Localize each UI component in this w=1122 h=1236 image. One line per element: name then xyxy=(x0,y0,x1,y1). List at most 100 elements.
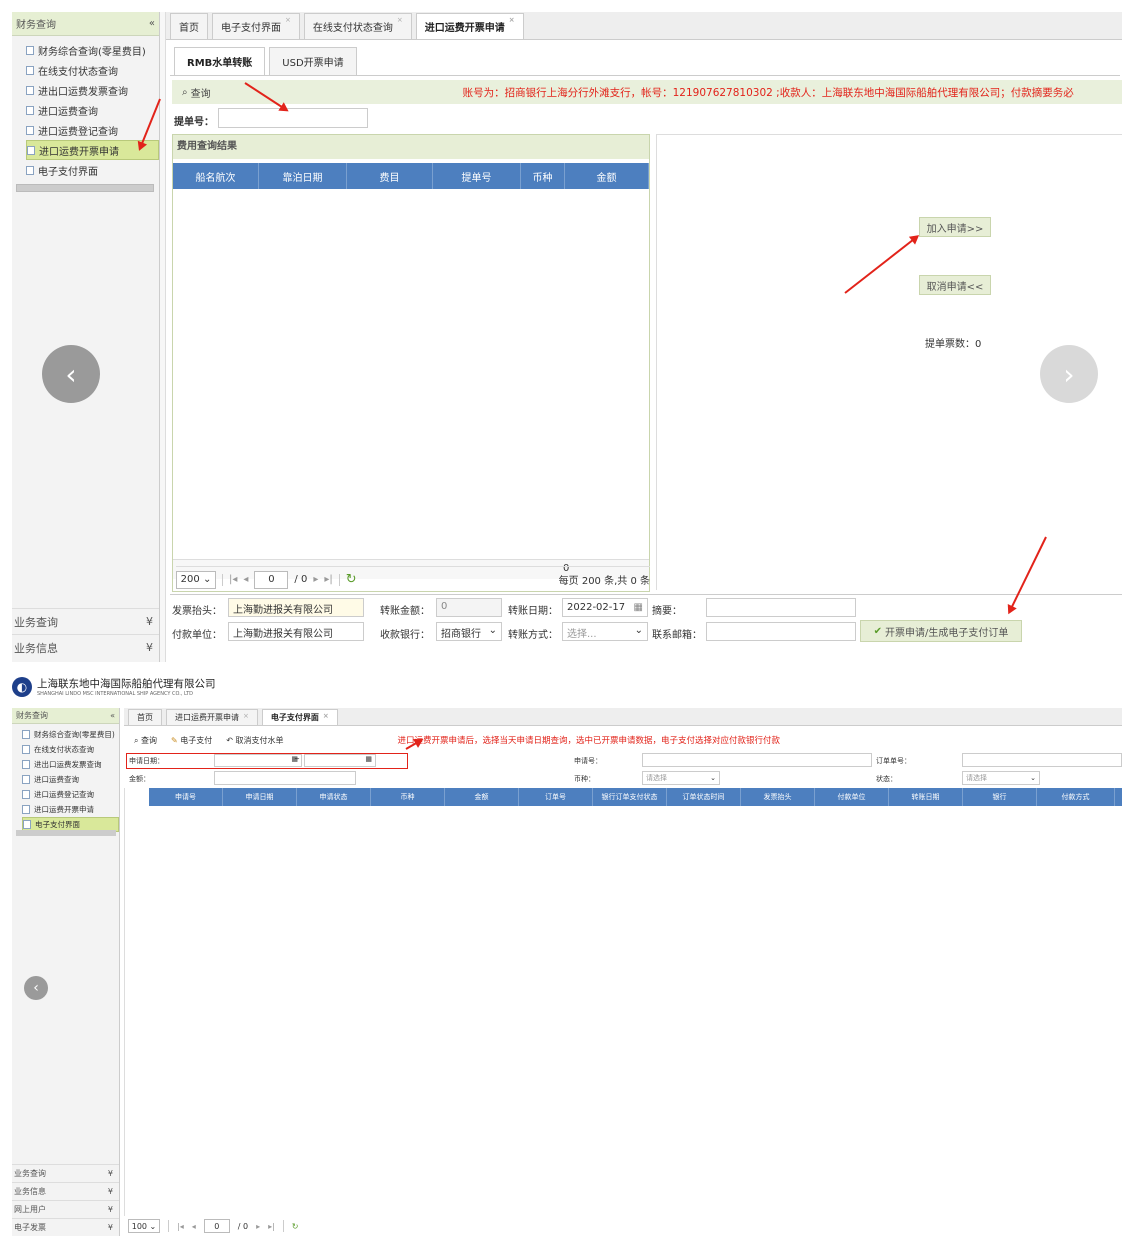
sidebar-section[interactable]: 电子发票 ¥ xyxy=(12,1218,119,1236)
collapse-icon[interactable]: « xyxy=(149,18,155,29)
order-no-input[interactable] xyxy=(962,753,1122,767)
column-header[interactable]: 转账日期 xyxy=(889,788,963,806)
expand-icon[interactable]: ¥ xyxy=(146,641,153,654)
sidebar-item[interactable]: 财务综合查询(零星费目) xyxy=(22,727,119,742)
prev-page-icon[interactable]: ◂ xyxy=(243,574,248,585)
close-icon[interactable]: × xyxy=(285,16,291,24)
prev-slide-button[interactable]: ‹ xyxy=(24,976,48,1000)
payer-input[interactable]: 上海勤进报关有限公司 xyxy=(228,622,364,641)
last-page-icon[interactable]: ▸| xyxy=(324,574,332,585)
sidebar-item[interactable]: 在线支付状态查询 xyxy=(22,742,119,757)
column-header[interactable]: 付款单位 xyxy=(815,788,889,806)
page-input[interactable]: 0 xyxy=(203,1219,230,1233)
expand-icon[interactable]: ¥ xyxy=(108,1187,113,1196)
expand-icon[interactable]: ¥ xyxy=(108,1205,113,1214)
amount-input[interactable] xyxy=(214,771,356,785)
expand-icon[interactable]: ¥ xyxy=(146,615,153,628)
page-size-select[interactable]: 200 ⌄ xyxy=(176,570,216,589)
prev-slide-button[interactable]: ‹ xyxy=(42,345,100,403)
status-select[interactable]: 请选择 ⌄ xyxy=(962,771,1040,785)
expand-icon[interactable]: ¥ xyxy=(108,1169,113,1178)
sidebar-scrollbar[interactable] xyxy=(16,184,154,192)
tab[interactable]: 电子支付界面 × xyxy=(261,709,338,725)
sidebar-item[interactable]: 电子支付界面 xyxy=(26,160,159,180)
electronic-pay-button[interactable]: ✎ 电子支付 xyxy=(171,735,212,746)
bottom-sidebar-header[interactable]: 财务查询 « xyxy=(12,708,119,724)
column-header[interactable]: 船名航次 xyxy=(173,163,259,189)
summary-input[interactable] xyxy=(706,598,856,617)
add-application-button[interactable]: 加入申请>> xyxy=(919,217,991,237)
refresh-icon[interactable]: ↻ xyxy=(292,1222,299,1231)
column-header[interactable]: 订单号 xyxy=(519,788,593,806)
column-header[interactable]: 银行订单支付状态 xyxy=(593,788,667,806)
tab[interactable]: 在线支付状态查询 × xyxy=(303,13,412,39)
submit-invoice-button[interactable]: ✔ 开票申请/生成电子支付订单 xyxy=(860,620,1022,642)
column-header[interactable]: 币种 xyxy=(521,163,565,189)
column-header[interactable]: 银行 xyxy=(963,788,1037,806)
sidebar-section[interactable]: 业务查询 ¥ xyxy=(12,608,159,634)
apply-date-start[interactable]: ▦ xyxy=(214,754,302,767)
sidebar-section[interactable]: 业务查询 ¥ xyxy=(12,1164,119,1182)
column-header[interactable]: 申请日期 xyxy=(223,788,297,806)
next-slide-button[interactable]: › xyxy=(1040,345,1098,403)
apply-no-input[interactable] xyxy=(642,753,872,767)
calendar-icon[interactable]: ▦ xyxy=(634,602,643,613)
page-input[interactable]: 0 xyxy=(254,570,289,589)
sidebar-item[interactable]: 进口运费查询 xyxy=(22,772,119,787)
page-size-select[interactable]: 100 ⌄ xyxy=(128,1219,160,1233)
currency-select[interactable]: 请选择 ⌄ xyxy=(642,771,720,785)
invoice-title-input[interactable]: 上海勤进报关有限公司 xyxy=(228,598,364,617)
column-header[interactable]: 费目 xyxy=(347,163,433,189)
bank-select[interactable]: 招商银行 ⌄ xyxy=(436,622,502,641)
query-button[interactable]: ⌕ 查询 xyxy=(134,735,157,746)
last-page-icon[interactable]: ▸| xyxy=(268,1222,275,1231)
sidebar-item[interactable]: 财务综合查询(零星费目) xyxy=(26,40,159,60)
subtab[interactable]: USD开票申请 xyxy=(269,47,357,75)
sidebar-item[interactable]: 在线支付状态查询 xyxy=(26,60,159,80)
apply-date-end[interactable]: ▦ xyxy=(304,754,376,767)
column-header[interactable]: 订单状态时间 xyxy=(667,788,741,806)
sidebar-item[interactable]: 进口运费查询 xyxy=(26,100,159,120)
first-page-icon[interactable]: |◂ xyxy=(229,574,237,585)
sidebar-scrollbar[interactable] xyxy=(16,830,116,836)
tab[interactable]: 首页 xyxy=(128,709,162,725)
sidebar-section[interactable]: 业务信息 ¥ xyxy=(12,634,159,660)
cancel-application-button[interactable]: 取消申请<< xyxy=(919,275,991,295)
expand-icon[interactable]: ¥ xyxy=(108,1223,113,1232)
top-sidebar-header[interactable]: 财务查询 « xyxy=(12,12,159,36)
sidebar-item[interactable]: 进口运费登记查询 xyxy=(26,120,159,140)
transfer-amount-input[interactable]: 0 xyxy=(436,598,502,617)
column-header[interactable]: 发票抬头 xyxy=(741,788,815,806)
sidebar-section[interactable]: 业务信息 ¥ xyxy=(12,1182,119,1200)
transfer-method-select[interactable]: 选择... ⌄ xyxy=(562,622,648,641)
email-input[interactable] xyxy=(706,622,856,641)
tab[interactable]: 首页 xyxy=(170,13,208,39)
close-icon[interactable]: × xyxy=(243,712,249,720)
subtab[interactable]: RMB水单转账 xyxy=(174,47,266,75)
column-header[interactable]: 币种 xyxy=(371,788,445,806)
column-header[interactable]: 靠泊日期 xyxy=(259,163,347,189)
collapse-icon[interactable]: « xyxy=(110,711,115,720)
bill-no-input[interactable] xyxy=(218,108,368,128)
column-header[interactable]: 提单号 xyxy=(433,163,521,189)
query-button[interactable]: ⌕ 查询 xyxy=(182,85,211,100)
next-page-icon[interactable]: ▸ xyxy=(313,574,318,585)
sidebar-item[interactable]: 进出口运费发票查询 xyxy=(22,757,119,772)
column-header[interactable]: 申请状态 xyxy=(297,788,371,806)
column-header[interactable]: 金额 xyxy=(565,163,649,189)
refresh-icon[interactable]: ↻ xyxy=(346,572,357,587)
sidebar-item[interactable]: 进出口运费发票查询 xyxy=(26,80,159,100)
transfer-date-input[interactable]: 2022-02-17 ▦ xyxy=(562,598,648,617)
column-header[interactable]: 金额 xyxy=(445,788,519,806)
close-icon[interactable]: × xyxy=(509,16,515,24)
next-page-icon[interactable]: ▸ xyxy=(256,1222,260,1231)
sidebar-item[interactable]: 进口运费登记查询 xyxy=(22,787,119,802)
tab[interactable]: 电子支付界面 × xyxy=(212,13,300,39)
close-icon[interactable]: × xyxy=(397,16,403,24)
calendar-icon[interactable]: ▦ xyxy=(365,755,372,763)
prev-page-icon[interactable]: ◂ xyxy=(192,1222,196,1231)
first-page-icon[interactable]: |◂ xyxy=(177,1222,184,1231)
sidebar-section[interactable]: 网上用户 ¥ xyxy=(12,1200,119,1218)
tab[interactable]: 进口运费开票申请 × xyxy=(415,13,524,39)
sidebar-item[interactable]: 进口运费开票申请 xyxy=(22,802,119,817)
